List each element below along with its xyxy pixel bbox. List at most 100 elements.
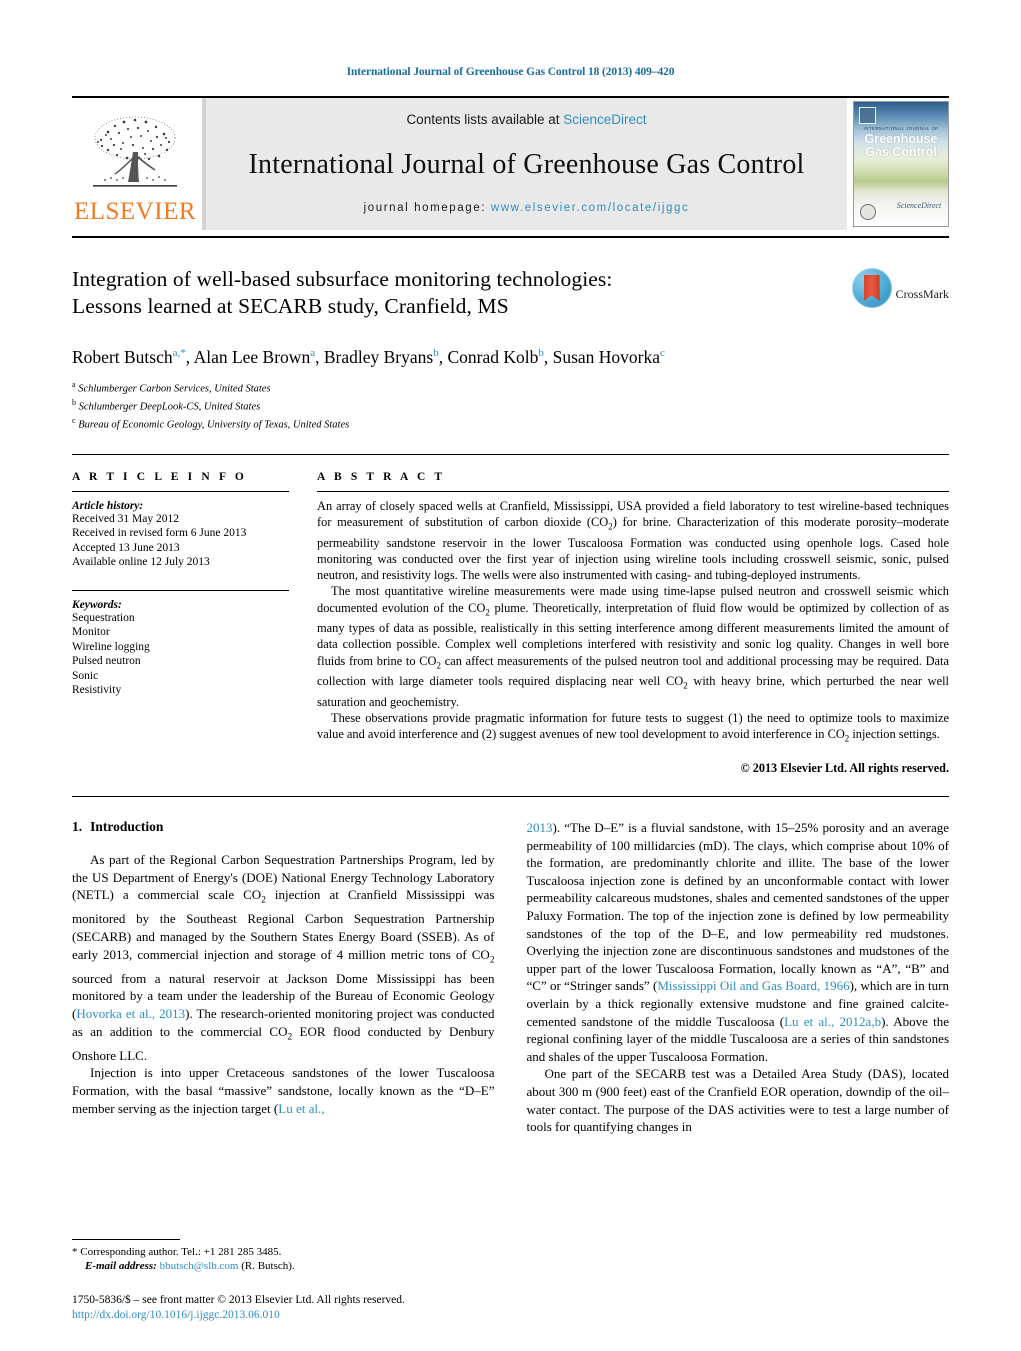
citation-lu-2012ab[interactable]: Lu et al., 2012a,b	[784, 1014, 881, 1029]
abstract-paragraph-2: The most quantitative wireline measureme…	[317, 583, 949, 710]
sciencedirect-link[interactable]: ScienceDirect	[563, 112, 646, 127]
article-info-rule	[72, 490, 289, 492]
author-4: Susan Hovorkac	[553, 347, 665, 367]
citation-mississippi-oil-gas-board-1966[interactable]: Mississippi Oil and Gas Board, 1966	[657, 978, 849, 993]
doi-link[interactable]: http://dx.doi.org/10.1016/j.ijggc.2013.0…	[72, 1308, 592, 1323]
author-list: Robert Butscha,*, Alan Lee Browna, Bradl…	[72, 342, 949, 368]
cover-title-line2: Gas Control	[865, 145, 937, 159]
citation-lu-year[interactable]: 2013	[527, 820, 553, 835]
article-title-block: Integration of well-based subsurface mon…	[72, 238, 949, 320]
section-number: 1.	[72, 819, 83, 835]
contents-prefix: Contents lists available at	[406, 112, 564, 127]
crossmark-label: CrossMark	[895, 286, 949, 301]
journal-masthead: ELSEVIER Contents lists available at Sci…	[72, 96, 949, 230]
affiliation-list: a Schlumberger Carbon Services, United S…	[72, 378, 949, 432]
footnote-star: *	[72, 1246, 78, 1258]
article-info-column: A R T I C L E I N F O Article history: R…	[72, 471, 317, 776]
corresponding-author-footnote: * Corresponding author. Tel.: +1 281 285…	[72, 1239, 492, 1273]
cover-seal-icon	[860, 204, 876, 220]
abstract-copyright: © 2013 Elsevier Ltd. All rights reserved…	[740, 761, 949, 776]
author-0-sep: ,	[185, 346, 194, 367]
body-column-right: 2013). “The D–E” is a fluvial sandstone,…	[527, 819, 950, 1136]
abstract-column: A B S T R A C T An array of closely spac…	[317, 471, 949, 776]
info-abstract-area: A R T I C L E I N F O Article history: R…	[72, 455, 949, 776]
journal-title: International Journal of Greenhouse Gas …	[248, 148, 805, 180]
keyword-item: Sonic	[72, 669, 99, 682]
crossmark-icon	[851, 268, 892, 308]
issn-copyright-line: 1750-5836/$ – see front matter © 2013 El…	[72, 1294, 405, 1306]
co2-subscript: 2	[489, 955, 495, 966]
author-email-link[interactable]: bbutsch@slb.com	[160, 1260, 239, 1272]
article-history-label: Article history:	[72, 499, 144, 512]
author-1-name: Alan Lee Brown	[193, 346, 311, 367]
keyword-item: Sequestration	[72, 611, 135, 624]
footnote-line-1: * Corresponding author. Tel.: +1 281 285…	[72, 1245, 492, 1259]
homepage-prefix: journal homepage:	[363, 202, 491, 214]
body-column-left: 1. Introduction As part of the Regional C…	[72, 819, 495, 1136]
email-owner: (R. Butsch).	[241, 1260, 295, 1272]
journal-cover-thumbnail: INTERNATIONAL JOURNAL OF Greenhouse Gas C…	[853, 101, 949, 227]
author-1-sep: ,	[315, 346, 324, 367]
abstract-paragraph-3: These observations provide pragmatic inf…	[317, 710, 949, 747]
crossmark-badge[interactable]: CrossMark	[839, 266, 949, 320]
page-title: Integration of well-based subsurface mon…	[72, 266, 839, 320]
keyword-item: Wireline logging	[72, 640, 150, 653]
article-info-heading: A R T I C L E I N F O	[72, 470, 247, 483]
email-address-label: E-mail address:	[85, 1260, 157, 1272]
affiliation-b-mark: b	[72, 397, 76, 407]
intro-paragraph-2-continued: 2013). “The D–E” is a fluvial sandstone,…	[527, 819, 950, 1065]
cover-title-line1: Greenhouse	[864, 132, 938, 146]
running-head: International Journal of Greenhouse Gas …	[346, 66, 675, 78]
abs-p3-b: injection settings.	[849, 727, 940, 742]
keyword-item: Resistivity	[72, 684, 122, 697]
keywords-label: Keywords:	[72, 598, 122, 611]
contents-available-line: Contents lists available at ScienceDirec…	[406, 112, 646, 127]
citation-hovorka-2013[interactable]: Hovorka et al., 2013	[76, 1006, 185, 1021]
elsevier-tree-icon	[81, 112, 189, 198]
journal-band: Contents lists available at ScienceDirec…	[202, 98, 847, 230]
intro-p3-a: ). “The D–E” is a fluvial sandstone, wit…	[526, 820, 950, 994]
abstract-heading: A B S T R A C T	[317, 470, 446, 483]
keyword-item: Pulsed neutron	[72, 655, 141, 668]
author-3: Conrad Kolbb,	[447, 347, 552, 367]
author-0-marks[interactable]: a,*	[173, 347, 186, 359]
affiliation-b-text: Schlumberger DeepLook-CS, United States	[78, 401, 261, 413]
affiliation-c: c Bureau of Economic Geology, University…	[72, 414, 949, 432]
author-3-sep: ,	[543, 346, 553, 367]
intro-paragraph-1: As part of the Regional Carbon Sequestra…	[72, 851, 495, 1064]
intro-paragraph-2: Injection is into upper Cretaceous sands…	[72, 1064, 495, 1117]
affiliation-a-text: Schlumberger Carbon Services, United Sta…	[78, 383, 271, 395]
elsevier-logo: ELSEVIER	[72, 98, 198, 230]
affiliation-a: a Schlumberger Carbon Services, United S…	[72, 378, 949, 396]
section-heading-introduction: 1. Introduction	[72, 819, 495, 835]
history-item: Available online 12 July 2013	[72, 556, 210, 569]
section-title: Introduction	[90, 819, 164, 835]
affiliation-a-mark: a	[72, 379, 76, 389]
journal-homepage-line: journal homepage: www.elsevier.com/locat…	[364, 202, 690, 214]
article-title-line2: Lessons learned at SECARB study, Cranfie…	[72, 294, 509, 318]
journal-homepage-link[interactable]: www.elsevier.com/locate/ijggc	[491, 202, 690, 214]
elsevier-wordmark: ELSEVIER	[73, 198, 197, 225]
author-2: Bradley Bryansb,	[324, 347, 448, 367]
cover-elsevier-badge-icon	[859, 107, 876, 124]
body-columns: 1. Introduction As part of the Regional C…	[72, 797, 949, 1136]
footnote-body: * Corresponding author. Tel.: +1 281 285…	[72, 1245, 492, 1273]
affiliation-c-mark: c	[72, 415, 76, 425]
author-4-marks[interactable]: c	[660, 347, 665, 359]
author-0-name: Robert Butsch	[72, 346, 173, 367]
cover-superline: INTERNATIONAL JOURNAL OF	[863, 126, 939, 131]
page-footer: 1750-5836/$ – see front matter © 2013 El…	[72, 1293, 592, 1323]
abstract-rule	[317, 490, 949, 492]
intro-paragraph-3: One part of the SECARB test was a Detail…	[526, 1066, 950, 1135]
history-item: Received in revised form 6 June 2013	[72, 527, 247, 540]
keywords-rule	[72, 589, 289, 591]
citation-lu-et-al[interactable]: Lu et al.,	[278, 1101, 324, 1116]
affiliation-c-text: Bureau of Economic Geology, University o…	[78, 419, 350, 431]
history-item: Received 31 May 2012	[72, 512, 179, 525]
author-3-name: Conrad Kolb	[447, 346, 539, 367]
author-0: Robert Butscha,*,	[72, 347, 194, 367]
cover-title: Greenhouse Gas Control	[854, 133, 948, 159]
history-item: Accepted 13 June 2013	[72, 541, 180, 554]
keywords-list: Sequestration Monitor Wireline logging P…	[72, 611, 289, 698]
